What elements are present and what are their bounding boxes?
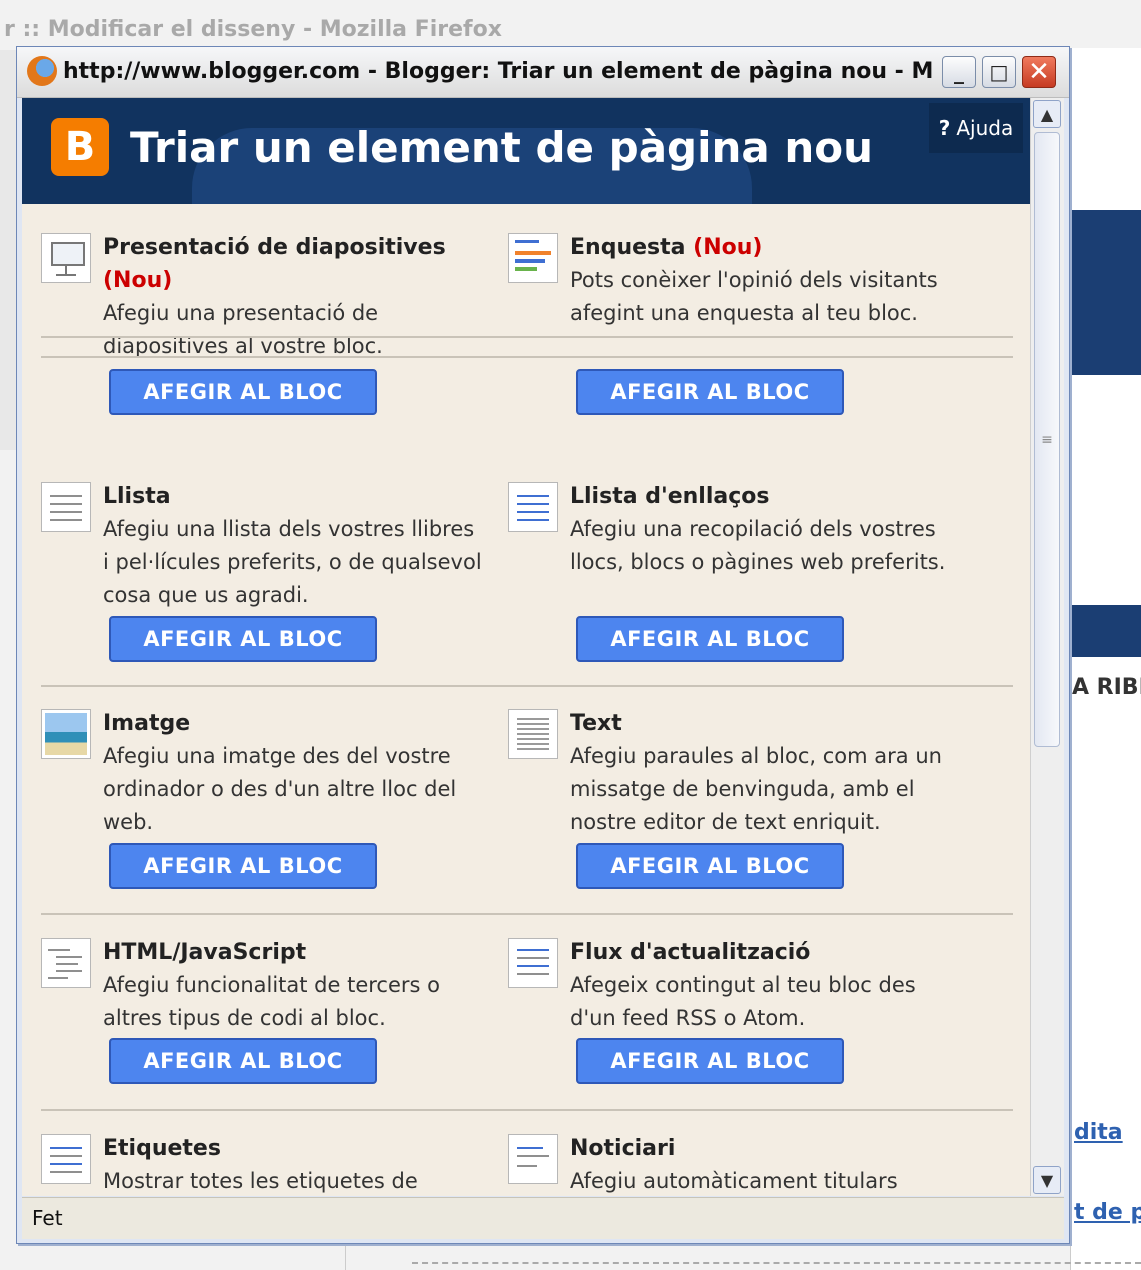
chevron-down-icon: ▼ bbox=[1040, 1170, 1054, 1190]
divider bbox=[41, 336, 1013, 338]
gadget-title: Noticiari bbox=[570, 1136, 676, 1161]
gadget-title: Etiquetes bbox=[103, 1136, 221, 1161]
help-icon: ? bbox=[938, 116, 951, 140]
minimize-button[interactable]: _ bbox=[942, 56, 976, 88]
gadget-description: Afegiu paraules al bloc, com ara un miss… bbox=[570, 744, 942, 834]
gadget-description: Afegeix contingut al teu bloc des d'un f… bbox=[570, 973, 916, 1030]
grip-icon: ≡ bbox=[1041, 431, 1053, 448]
status-bar: Fet bbox=[22, 1197, 1064, 1239]
page-content: B Triar un element de pàgina nou ? Ajuda … bbox=[22, 98, 1030, 1196]
window-titlebar[interactable]: http://www.blogger.com - Blogger: Triar … bbox=[17, 47, 1069, 98]
gadget-title: Llista bbox=[103, 484, 171, 509]
newsreel-icon bbox=[508, 1134, 558, 1184]
divider bbox=[41, 913, 1013, 915]
blogger-logo-icon: B bbox=[51, 118, 109, 176]
background-dashed-line bbox=[412, 1262, 1141, 1264]
gadget-description: Mostrar totes les etiquetes de bbox=[103, 1169, 418, 1193]
background-blue-band bbox=[1070, 210, 1141, 375]
firefox-icon bbox=[27, 56, 57, 86]
background-window-title: r :: Modificar el disseny - Mozilla Fire… bbox=[4, 17, 502, 42]
gadget-description: Afegiu automàticament titulars bbox=[570, 1169, 898, 1193]
gadget-title: Llista d'enllaços bbox=[570, 484, 770, 509]
add-to-blog-button[interactable]: AFEGIR AL BLOC bbox=[576, 1038, 844, 1084]
gadget-title: Enquesta bbox=[570, 235, 686, 260]
background-link[interactable]: dita bbox=[1074, 1120, 1123, 1145]
gadget-title: Presentació de diapositives bbox=[103, 235, 446, 260]
gadget-title: Text bbox=[570, 711, 622, 736]
scroll-thumb[interactable]: ≡ bbox=[1034, 132, 1060, 747]
scroll-down-button[interactable]: ▼ bbox=[1033, 1166, 1061, 1194]
chevron-up-icon: ▲ bbox=[1040, 104, 1054, 124]
divider bbox=[41, 356, 1013, 358]
gadget-title: Flux d'actualització bbox=[570, 940, 811, 965]
add-to-blog-button[interactable]: AFEGIR AL BLOC bbox=[576, 843, 844, 889]
add-to-blog-button[interactable]: AFEGIR AL BLOC bbox=[109, 1038, 377, 1084]
add-to-blog-button[interactable]: AFEGIR AL BLOC bbox=[109, 843, 377, 889]
page-header: B Triar un element de pàgina nou ? Ajuda bbox=[22, 98, 1030, 204]
close-button[interactable]: ✕ bbox=[1022, 56, 1056, 88]
page-title: Triar un element de pàgina nou bbox=[130, 123, 874, 172]
add-to-blog-button[interactable]: AFEGIR AL BLOC bbox=[576, 369, 844, 415]
gadget-title: HTML/JavaScript bbox=[103, 940, 307, 965]
slideshow-icon bbox=[41, 233, 91, 283]
help-label: Ajuda bbox=[956, 116, 1014, 140]
new-badge: (Nou) bbox=[693, 235, 763, 260]
background-blue-band bbox=[1070, 605, 1141, 657]
close-icon: ✕ bbox=[1028, 57, 1050, 87]
vertical-scrollbar[interactable]: ▲ ≡ ▼ bbox=[1030, 98, 1064, 1196]
scroll-up-button[interactable]: ▲ bbox=[1033, 100, 1061, 128]
maximize-button[interactable]: □ bbox=[982, 56, 1016, 88]
divider bbox=[41, 1109, 1013, 1111]
window-title: http://www.blogger.com - Blogger: Triar … bbox=[63, 59, 933, 84]
link-list-icon bbox=[508, 482, 558, 532]
html-javascript-icon bbox=[41, 938, 91, 988]
add-to-blog-button[interactable]: AFEGIR AL BLOC bbox=[109, 369, 377, 415]
help-link[interactable]: ? Ajuda bbox=[929, 103, 1023, 153]
background-divider bbox=[345, 1244, 346, 1270]
list-icon bbox=[41, 482, 91, 532]
status-text: Fet bbox=[32, 1206, 63, 1230]
labels-icon bbox=[41, 1134, 91, 1184]
background-link[interactable]: t de p bbox=[1074, 1200, 1141, 1225]
gadget-description: Afegiu una imatge des del vostre ordinad… bbox=[103, 744, 457, 834]
gadget-description: Afegiu una llista dels vostres llibres i… bbox=[103, 517, 482, 607]
feed-icon bbox=[508, 938, 558, 988]
gadget-description: Afegiu funcionalitat de tercers o altres… bbox=[103, 973, 440, 1030]
background-label: A RIBI bbox=[1072, 675, 1141, 700]
minimize-icon: _ bbox=[954, 60, 964, 84]
divider bbox=[41, 685, 1013, 687]
popup-window: http://www.blogger.com - Blogger: Triar … bbox=[16, 46, 1070, 1244]
new-badge: (Nou) bbox=[103, 268, 173, 293]
maximize-icon: □ bbox=[989, 60, 1009, 84]
add-to-blog-button[interactable]: AFEGIR AL BLOC bbox=[576, 616, 844, 662]
image-icon bbox=[41, 709, 91, 759]
add-to-blog-button[interactable]: AFEGIR AL BLOC bbox=[109, 616, 377, 662]
gadget-description: Pots conèixer l'opinió dels visitants af… bbox=[570, 268, 938, 325]
gadget-description: Afegiu una presentació de diapositives a… bbox=[103, 301, 383, 358]
text-icon bbox=[508, 709, 558, 759]
poll-icon bbox=[508, 233, 558, 283]
gadget-description: Afegiu una recopilació dels vostres lloc… bbox=[570, 517, 946, 574]
gadget-title: Imatge bbox=[103, 711, 191, 736]
